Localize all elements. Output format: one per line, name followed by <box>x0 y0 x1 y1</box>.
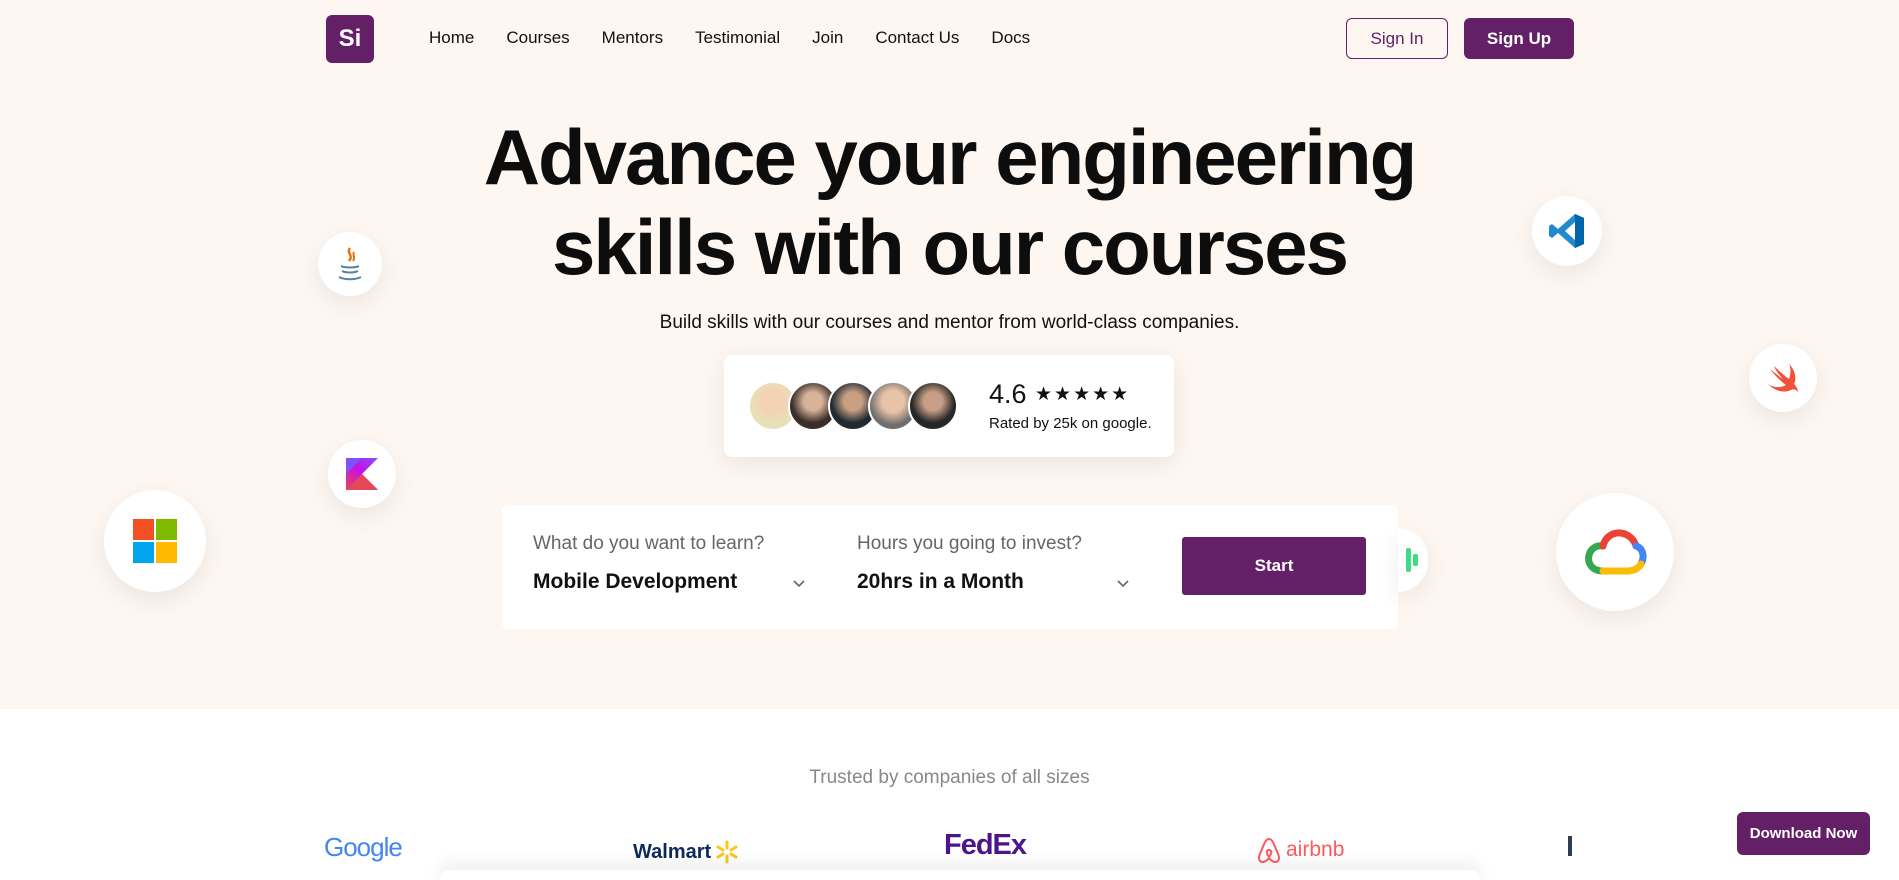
learn-label: What do you want to learn? <box>533 533 765 554</box>
hero-subheadline: Build skills with our courses and mentor… <box>659 312 1240 333</box>
nav-mentors[interactable]: Mentors <box>602 28 663 48</box>
walmart-logo-text: Walmart <box>633 840 712 863</box>
vscode-icon <box>1532 196 1602 266</box>
sign-up-button[interactable]: Sign Up <box>1464 18 1574 59</box>
rating-caption: Rated by 25k on google. <box>989 415 1152 432</box>
nav-contact-us[interactable]: Contact Us <box>875 28 959 48</box>
main-nav: Home Courses Mentors Testimonial Join Co… <box>429 28 1062 48</box>
hero-headline: Advance your engineering skills with our… <box>0 112 1899 292</box>
airbnb-logo-text: airbnb <box>1286 838 1345 861</box>
star-rating-icon: ★★★★★ <box>1035 384 1131 405</box>
nav-docs[interactable]: Docs <box>991 28 1030 48</box>
chevron-down-icon[interactable] <box>1116 579 1130 589</box>
nav-testimonial[interactable]: Testimonial <box>695 28 780 48</box>
rating-value: 4.6 <box>989 379 1027 409</box>
fedex-logo: FedEx <box>944 829 1027 865</box>
start-button[interactable]: Start <box>1182 537 1366 595</box>
hours-select[interactable]: 20hrs in a Month <box>857 570 1024 594</box>
trusted-title: Trusted by companies of all sizes <box>809 767 1090 788</box>
headline-line-2: skills with our courses <box>552 203 1349 291</box>
download-now-button[interactable]: Download Now <box>1737 812 1870 855</box>
logo-text: Si <box>338 25 362 52</box>
rating-card: 4.6 ★★★★★ Rated by 25k on google. <box>724 355 1174 457</box>
walmart-spark-icon <box>716 840 738 864</box>
java-icon <box>318 232 382 296</box>
kotlin-icon <box>328 440 396 508</box>
chevron-down-icon[interactable] <box>792 579 806 589</box>
course-search-panel: What do you want to learn? Mobile Develo… <box>502 505 1398 629</box>
learn-select[interactable]: Mobile Development <box>533 570 737 594</box>
airbnb-logo: airbnb <box>1256 832 1344 868</box>
headline-line-1: Advance your engineering <box>483 113 1418 201</box>
sign-in-button[interactable]: Sign In <box>1346 18 1448 59</box>
hours-label: Hours you going to invest? <box>857 533 1082 554</box>
nav-join[interactable]: Join <box>812 28 843 48</box>
microsoft-icon <box>104 490 206 592</box>
partial-company-logo <box>1568 836 1572 856</box>
swift-icon <box>1749 344 1817 412</box>
nav-home[interactable]: Home <box>429 28 474 48</box>
google-cloud-icon <box>1556 493 1674 611</box>
fedex-logo-text: FedEx <box>944 829 1027 861</box>
avatar-group <box>748 381 958 431</box>
google-logo-text: Google <box>324 832 403 862</box>
avatar <box>908 381 958 431</box>
site-logo[interactable]: Si <box>326 15 374 63</box>
airbnb-belo-icon <box>1257 837 1281 863</box>
walmart-logo: Walmart <box>633 834 739 870</box>
nav-courses[interactable]: Courses <box>506 28 569 48</box>
google-logo: Google <box>324 832 403 868</box>
section-shadow <box>440 870 1480 880</box>
